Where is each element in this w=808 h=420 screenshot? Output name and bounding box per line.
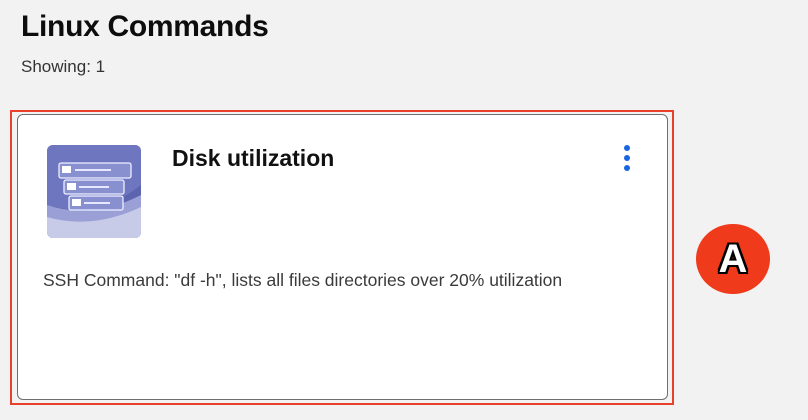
card-description: SSH Command: "df -h", lists all files di… (43, 270, 563, 290)
command-card[interactable]: Disk utilization SSH Command: "df -h", l… (17, 114, 668, 400)
page-title: Linux Commands (21, 10, 269, 43)
card-title[interactable]: Disk utilization (172, 145, 334, 172)
result-count: Showing: 1 (21, 57, 106, 76)
annotation-badge: A (696, 224, 770, 294)
server-stack-icon (47, 145, 141, 238)
annotation-label: A (718, 236, 748, 281)
kebab-menu-icon[interactable] (616, 141, 638, 175)
